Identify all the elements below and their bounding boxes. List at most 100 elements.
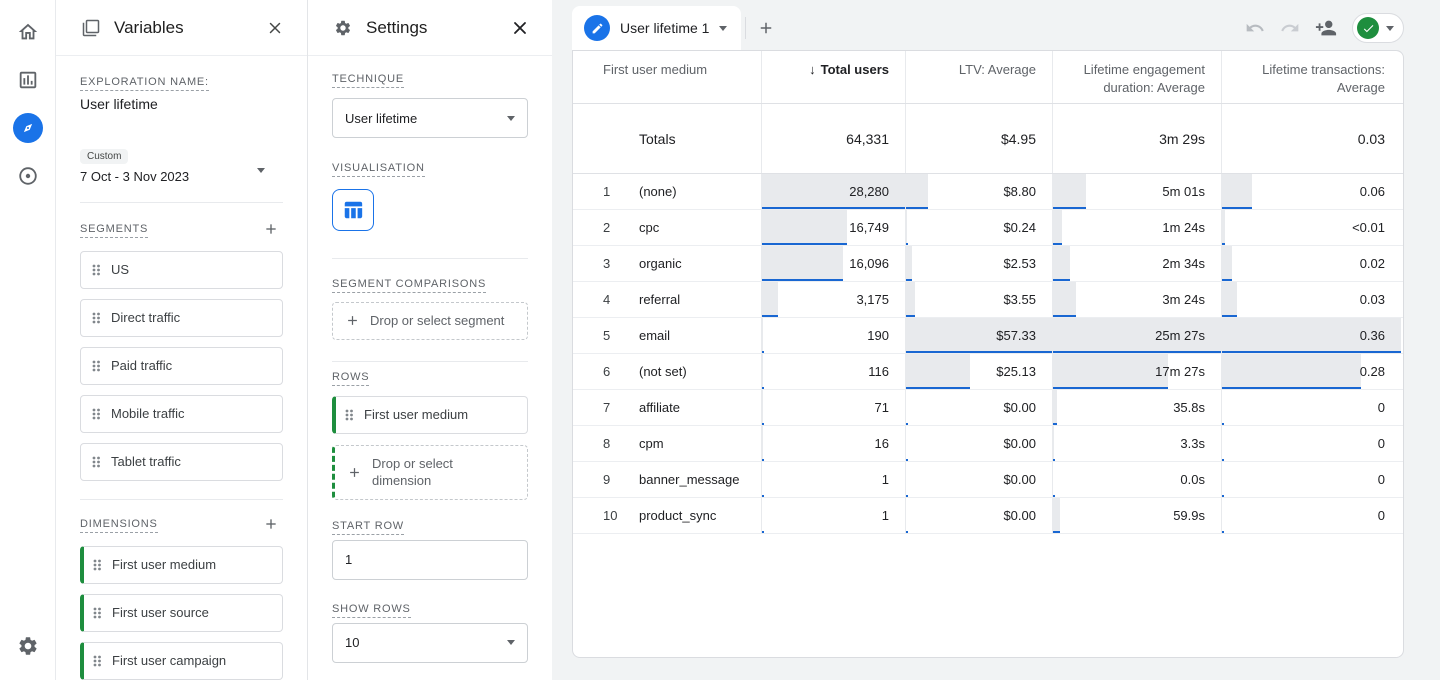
cell-value: 0.28 [1359, 364, 1385, 379]
drag-handle-icon [93, 655, 101, 667]
segment-comparisons-label: SEGMENT COMPARISONS [332, 278, 528, 293]
metric-cell: 17m 27s [1052, 354, 1221, 389]
table-body: 1 (none) 28,280 $8.80 5m 01s 0.06 2 cpc 16,749 $0… [573, 174, 1403, 534]
settings-close-button[interactable] [508, 16, 532, 40]
nav-home[interactable] [0, 8, 56, 56]
dimension-label: First user medium [112, 557, 217, 573]
segment-label: Direct traffic [111, 310, 181, 326]
section-divider [332, 360, 528, 362]
exploration-tab[interactable]: User lifetime 1 [572, 6, 742, 50]
table-row[interactable]: 2 cpc 16,749 $0.24 1m 24s <0.01 [573, 210, 1403, 246]
row-rank: 10 [603, 508, 618, 523]
column-header-transactions-average[interactable]: Lifetime transactions: Average [1221, 51, 1401, 103]
dimension-label: First user campaign [112, 653, 227, 669]
nav-reports[interactable] [0, 56, 56, 104]
segments-label: SEGMENTS [80, 223, 149, 238]
cell-value: 0 [1377, 400, 1385, 415]
chevron-down-icon [1386, 25, 1394, 31]
metric-cell: 0 [1221, 426, 1401, 461]
table-visualisation-button[interactable] [332, 189, 374, 231]
row-rank: 4 [603, 292, 611, 307]
cell-value: 0.06 [1359, 184, 1385, 199]
totals-label: Totals [639, 130, 676, 147]
segment-chip[interactable]: Mobile traffic [80, 395, 283, 433]
share-users-button[interactable] [1315, 17, 1337, 39]
segment-chip[interactable]: US [80, 251, 283, 289]
table-row[interactable]: 8 cpm 16 $0.00 3.3s 0 [573, 426, 1403, 462]
undo-button[interactable] [1245, 18, 1265, 38]
show-rows-label: SHOW ROWS [332, 602, 528, 618]
table-row[interactable]: 1 (none) 28,280 $8.80 5m 01s 0.06 [573, 174, 1403, 210]
table-row[interactable]: 6 (not set) 116 $25.13 17m 27s 0.28 [573, 354, 1403, 390]
nav-admin[interactable] [0, 622, 56, 670]
cell-value: 25m 27s [1155, 328, 1205, 343]
rows-dimension-chip[interactable]: First user medium [332, 395, 528, 434]
technique-value: User lifetime [345, 110, 418, 126]
cell-value: 0.02 [1359, 256, 1385, 271]
metric-cell: 116 [761, 354, 905, 389]
row-dimension-value: banner_message [639, 472, 740, 487]
dimension-chip[interactable]: First user source [80, 594, 283, 632]
row-dimension-value: referral [639, 292, 681, 307]
segment-chip[interactable]: Tablet traffic [80, 443, 283, 481]
technique-select[interactable]: User lifetime [332, 98, 528, 138]
column-header-ltv-average[interactable]: LTV: Average [905, 51, 1052, 103]
status-menu-button[interactable] [1352, 13, 1404, 43]
show-rows-select[interactable]: 10 [332, 622, 528, 663]
metric-cell: $8.80 [905, 174, 1052, 209]
table-row[interactable]: 10 product_sync 1 $0.00 59.9s 0 [573, 498, 1403, 534]
left-nav-rail [0, 0, 56, 680]
metric-cell: 35.8s [1052, 390, 1221, 425]
advertising-icon [19, 167, 37, 185]
dimension-chip[interactable]: First user medium [80, 546, 283, 584]
dimension-cell: 1 (none) [573, 174, 761, 209]
plus-icon [266, 519, 276, 529]
column-header-engagement-duration[interactable]: Lifetime engagement duration: Average [1052, 51, 1221, 103]
metric-cell: $0.00 [905, 462, 1052, 497]
table-row[interactable]: 9 banner_message 1 $0.00 0.0s 0 [573, 462, 1403, 498]
exploration-name-value[interactable]: User lifetime [80, 96, 283, 112]
column-header-first-user-medium[interactable]: First user medium [573, 51, 761, 103]
redo-button[interactable] [1280, 18, 1300, 38]
nav-advertising[interactable] [0, 152, 56, 200]
date-range-value: 7 Oct - 3 Nov 2023 [80, 169, 190, 184]
segment-chip[interactable]: Paid traffic [80, 347, 283, 385]
segment-chip[interactable]: Direct traffic [80, 299, 283, 337]
segment-drop-placeholder: Drop or select segment [370, 313, 505, 328]
dimension-drop-zone[interactable]: Drop or select dimension [332, 444, 528, 500]
start-row-input[interactable] [332, 539, 528, 580]
section-divider [80, 499, 283, 500]
cell-value: 0.36 [1359, 328, 1385, 343]
metric-cell: 3.3s [1052, 426, 1221, 461]
table-row[interactable]: 4 referral 3,175 $3.55 3m 24s 0.03 [573, 282, 1403, 318]
add-tab-button[interactable] [746, 6, 786, 50]
add-dimension-button[interactable] [259, 512, 283, 536]
edit-pencil-icon [584, 15, 610, 41]
cell-value: 5m 01s [1162, 184, 1205, 199]
totals-row: Totals 64,331 $4.95 3m 29s 0.03 [573, 104, 1403, 174]
add-segment-button[interactable] [259, 217, 283, 241]
dimension-cell: 6 (not set) [573, 354, 761, 389]
row-dimension-value: (none) [639, 184, 677, 199]
date-range-selector[interactable]: Custom 7 Oct - 3 Nov 2023 [80, 146, 283, 184]
date-range-type-chip: Custom [80, 149, 129, 164]
metric-cell: 3,175 [761, 282, 905, 317]
chevron-down-icon [507, 115, 515, 121]
exploration-name-label: EXPLORATION NAME: [80, 76, 283, 91]
dimension-cell: 8 cpm [573, 426, 761, 461]
table-row[interactable]: 5 email 190 $57.33 25m 27s 0.36 [573, 318, 1403, 354]
table-row[interactable]: 7 affiliate 71 $0.00 35.8s 0 [573, 390, 1403, 426]
nav-explore[interactable] [0, 104, 56, 152]
variables-panel-title: Variables [114, 17, 184, 37]
variables-close-button[interactable] [263, 16, 287, 40]
canvas-actions [1245, 13, 1404, 43]
totals-transactions-average: 0.03 [1221, 104, 1401, 173]
check-circle-icon [1357, 17, 1379, 39]
metric-cell: 5m 01s [1052, 174, 1221, 209]
segment-drop-zone[interactable]: Drop or select segment [332, 302, 528, 340]
row-dimension-value: (not set) [639, 364, 687, 379]
dimension-chip[interactable]: First user campaign [80, 642, 283, 680]
column-header-total-users[interactable]: ↓ Total users [761, 51, 905, 103]
table-row[interactable]: 3 organic 16,096 $2.53 2m 34s 0.02 [573, 246, 1403, 282]
totals-engagement-duration: 3m 29s [1052, 104, 1221, 173]
